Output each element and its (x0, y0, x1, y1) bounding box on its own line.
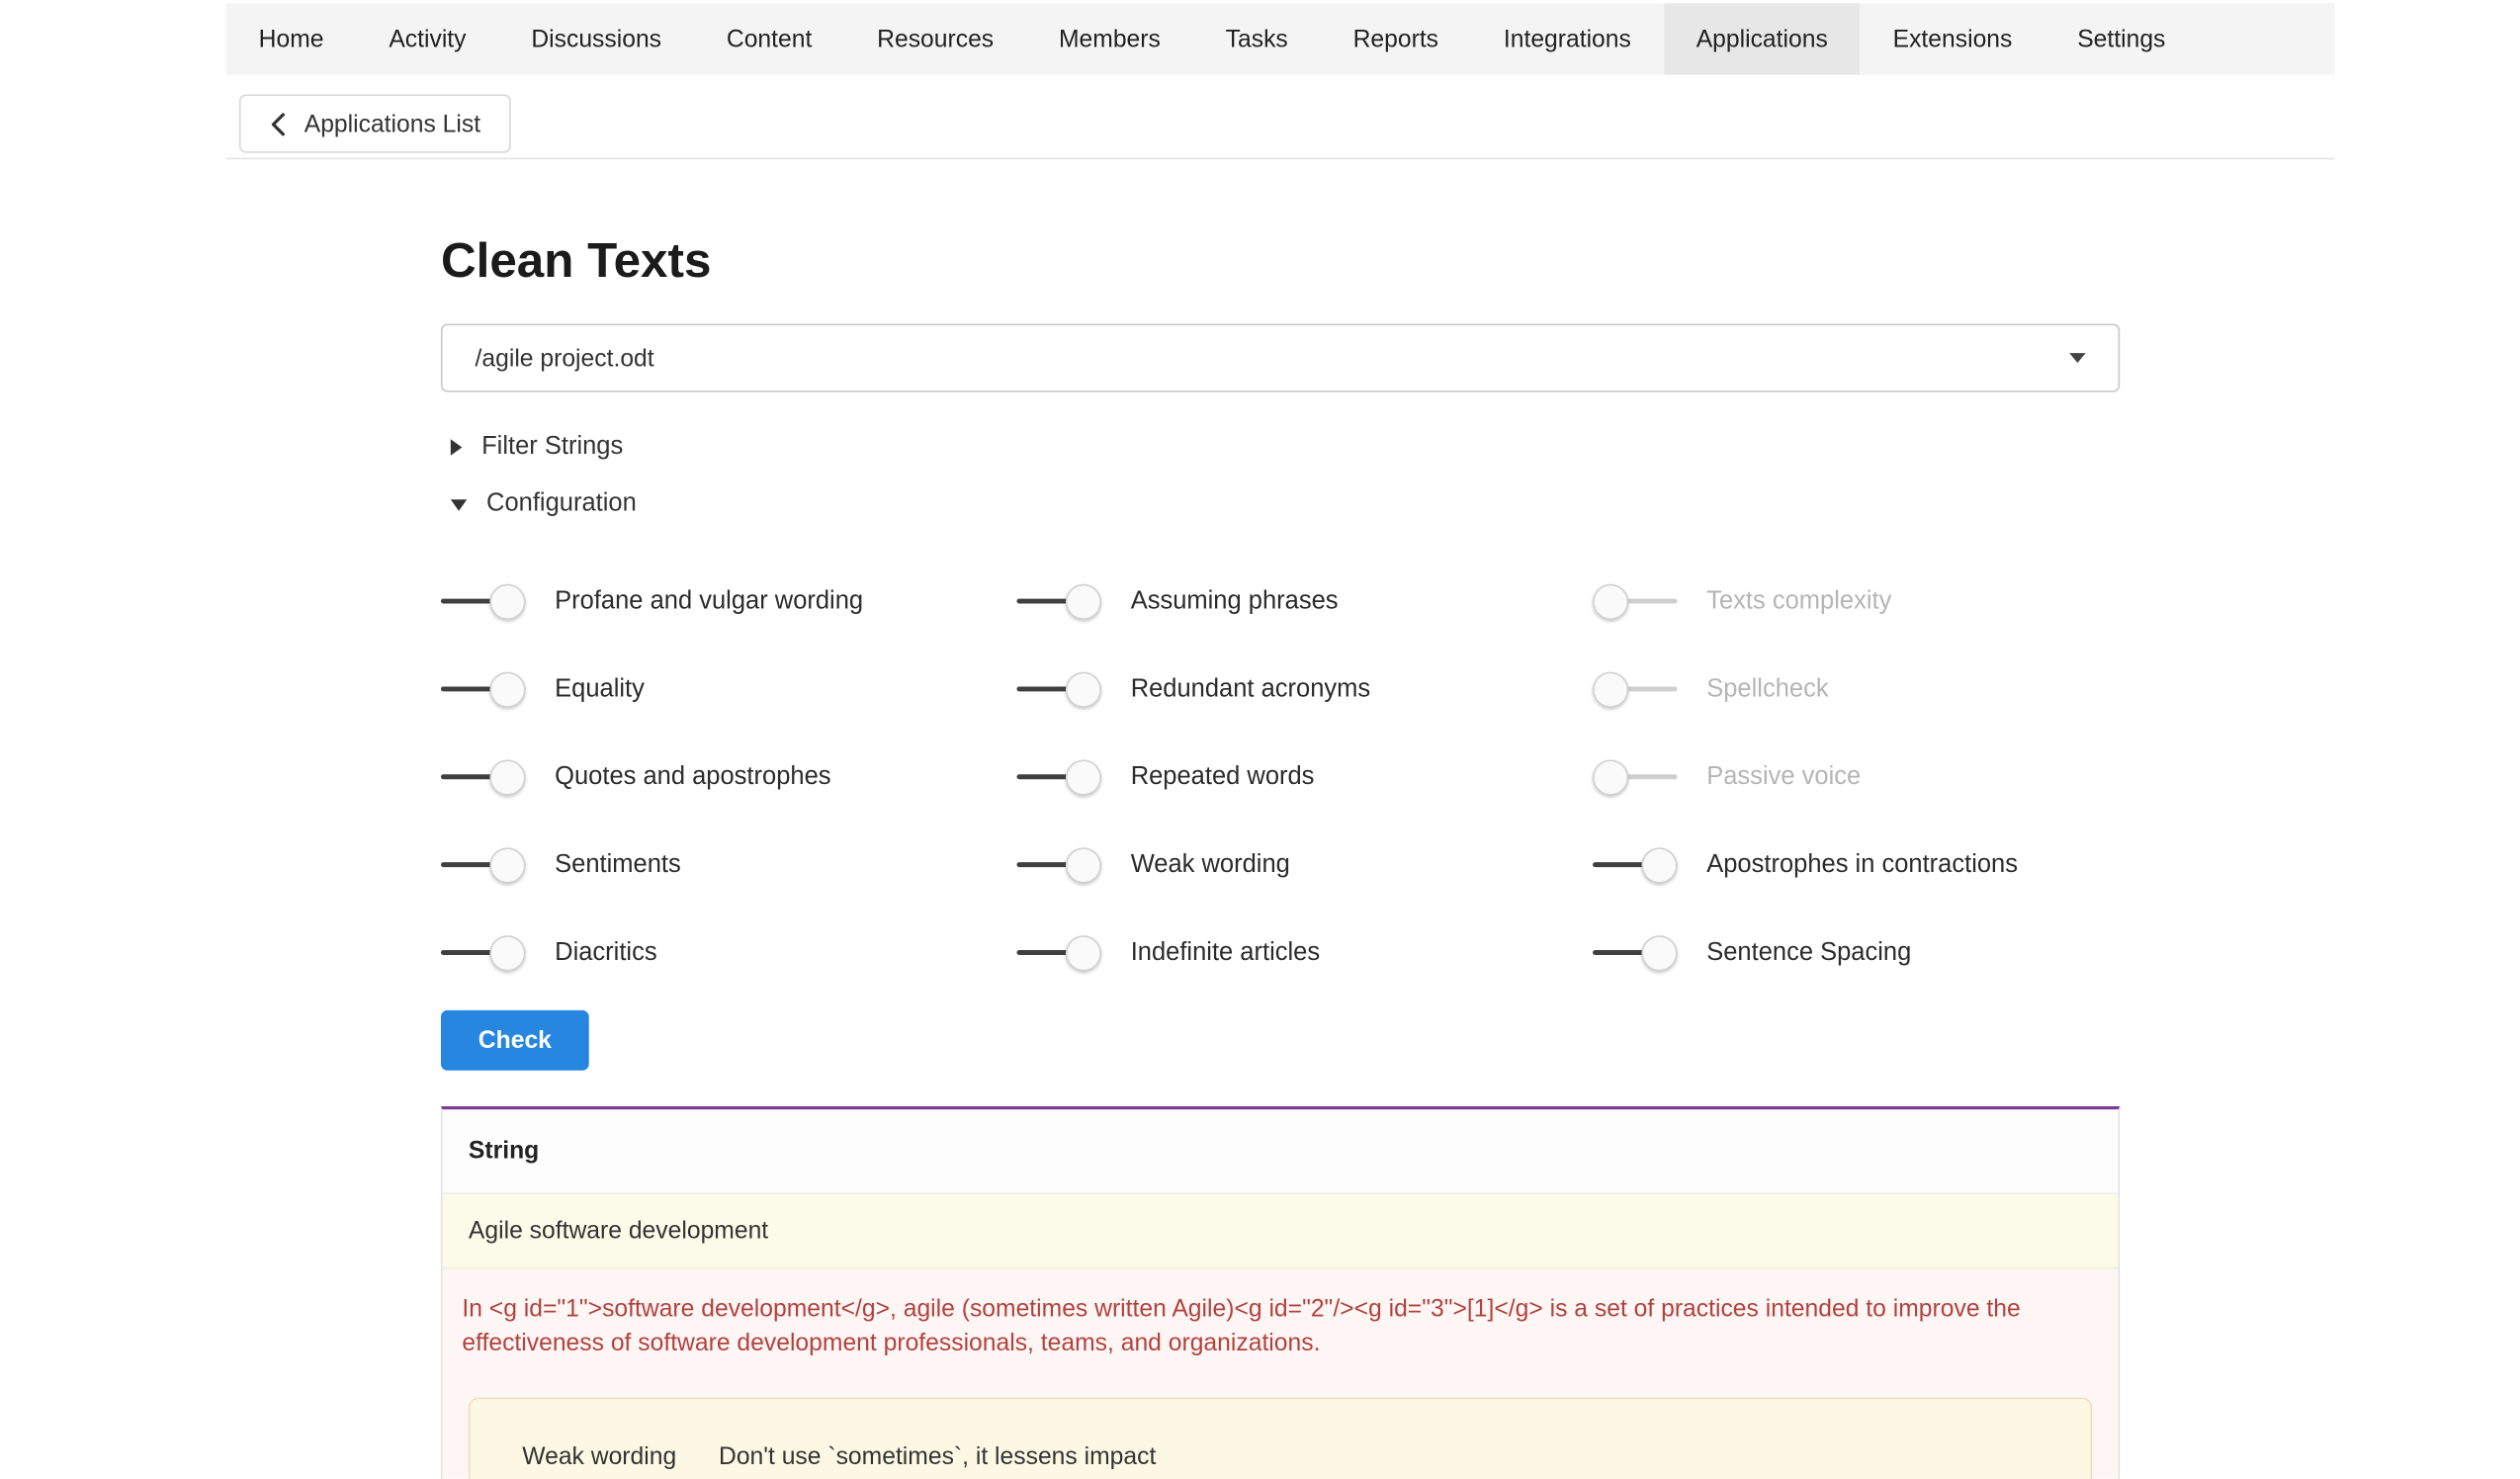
issue-category: Weak wording (522, 1442, 676, 1470)
switch-icon (1593, 935, 1678, 971)
toggle-label: Redundant acronyms (1131, 675, 1370, 705)
switch-icon (1593, 672, 1678, 708)
nav-item-applications[interactable]: Applications (1664, 3, 1861, 74)
file-select-value: /agile project.odt (476, 344, 654, 372)
chevron-left-icon (270, 112, 286, 136)
toggle-quotes-apostrophes[interactable]: Quotes and apostrophes (441, 759, 1017, 795)
configuration-label: Configuration (486, 489, 637, 519)
toggle-assuming-phrases[interactable]: Assuming phrases (1017, 584, 1594, 620)
switch-icon (441, 935, 526, 971)
toggle-redundant-acronyms[interactable]: Redundant acronyms (1017, 672, 1594, 708)
switch-icon (1017, 935, 1102, 971)
toggle-profane-vulgar-wording[interactable]: Profane and vulgar wording (441, 584, 1017, 620)
toggle-label: Profane and vulgar wording (555, 587, 863, 617)
chevron-down-icon (2069, 353, 2085, 363)
switch-icon (441, 759, 526, 795)
toggle-texts-complexity[interactable]: Texts complexity (1593, 584, 2120, 620)
toggle-label: Repeated words (1131, 763, 1315, 793)
error-message-text: In <g id="1">software development</g>, a… (462, 1292, 2098, 1361)
result-string-row[interactable]: Agile software development (443, 1194, 2119, 1269)
nav-item-settings[interactable]: Settings (2044, 3, 2198, 74)
toggle-label: Diacritics (555, 939, 656, 969)
toggle-label: Passive voice (1706, 763, 1861, 793)
switch-icon (441, 847, 526, 883)
toggle-label: Weak wording (1131, 851, 1290, 881)
toggle-sentence-spacing[interactable]: Sentence Spacing (1593, 935, 2120, 971)
toggle-label: Equality (555, 675, 645, 705)
back-to-applications-list-button[interactable]: Applications List (239, 94, 511, 152)
filter-strings-section-toggle[interactable]: Filter Strings (451, 426, 2120, 469)
toggle-label: Indefinite articles (1131, 939, 1320, 969)
switch-icon (441, 584, 526, 620)
toggle-apostrophes-contractions[interactable]: Apostrophes in contractions (1593, 847, 2120, 883)
toggle-label: Spellcheck (1706, 675, 1828, 705)
configuration-section-toggle[interactable]: Configuration (451, 483, 2120, 526)
top-navigation: Home Activity Discussions Content Resour… (226, 3, 2335, 74)
switch-icon (1017, 847, 1102, 883)
nav-item-discussions[interactable]: Discussions (498, 3, 694, 74)
main-content: Clean Texts /agile project.odt Filter St… (441, 234, 2120, 1479)
switch-icon (1017, 672, 1102, 708)
nav-item-reports[interactable]: Reports (1321, 3, 1471, 74)
toggle-weak-wording[interactable]: Weak wording (1017, 847, 1594, 883)
nav-item-integrations[interactable]: Integrations (1471, 3, 1664, 74)
app-viewport: Home Activity Discussions Content Resour… (0, 0, 2520, 1479)
results-column-header: String (443, 1109, 2119, 1194)
file-select[interactable]: /agile project.odt (441, 323, 2120, 392)
back-button-label: Applications List (304, 110, 480, 137)
toggle-label: Assuming phrases (1131, 587, 1339, 617)
toggle-diacritics[interactable]: Diacritics (441, 935, 1017, 971)
issue-detail: Don't use `sometimes`, it lessens impact (719, 1442, 1156, 1470)
switch-icon (1593, 584, 1678, 620)
toggle-label: Sentiments (555, 851, 681, 881)
check-button[interactable]: Check (441, 1010, 589, 1071)
results-panel: String Agile software development In <g … (441, 1106, 2120, 1479)
triangle-right-icon (451, 439, 463, 455)
nav-item-members[interactable]: Members (1026, 3, 1193, 74)
triangle-down-icon (451, 498, 467, 510)
result-message-area: In <g id="1">software development</g>, a… (443, 1269, 2119, 1479)
issue-warning-box: Weak wording Don't use `sometimes`, it l… (469, 1397, 2092, 1479)
toggle-sentiments[interactable]: Sentiments (441, 847, 1017, 883)
toggle-indefinite-articles[interactable]: Indefinite articles (1017, 935, 1594, 971)
toolbar: Applications List (226, 75, 2335, 160)
nav-item-tasks[interactable]: Tasks (1193, 3, 1321, 74)
toggle-repeated-words[interactable]: Repeated words (1017, 759, 1594, 795)
toggle-spellcheck[interactable]: Spellcheck (1593, 672, 2120, 708)
filter-strings-label: Filter Strings (481, 433, 623, 463)
toggle-label: Sentence Spacing (1706, 939, 1911, 969)
configuration-toggle-grid: Profane and vulgar wording Assuming phra… (441, 558, 2120, 997)
toggle-label: Quotes and apostrophes (555, 763, 830, 793)
switch-icon (1593, 847, 1678, 883)
toggle-equality[interactable]: Equality (441, 672, 1017, 708)
switch-icon (1017, 759, 1102, 795)
header-shell: Home Activity Discussions Content Resour… (226, 3, 2335, 159)
switch-icon (1593, 759, 1678, 795)
toggle-label: Apostrophes in contractions (1706, 851, 2018, 881)
nav-item-extensions[interactable]: Extensions (1861, 3, 2045, 74)
toggle-label: Texts complexity (1706, 587, 1891, 617)
nav-item-activity[interactable]: Activity (356, 3, 498, 74)
switch-icon (441, 672, 526, 708)
switch-icon (1017, 584, 1102, 620)
nav-item-content[interactable]: Content (694, 3, 844, 74)
toggle-passive-voice[interactable]: Passive voice (1593, 759, 2120, 795)
page-title: Clean Texts (441, 234, 2120, 290)
nav-item-home[interactable]: Home (226, 3, 357, 74)
nav-item-resources[interactable]: Resources (844, 3, 1026, 74)
